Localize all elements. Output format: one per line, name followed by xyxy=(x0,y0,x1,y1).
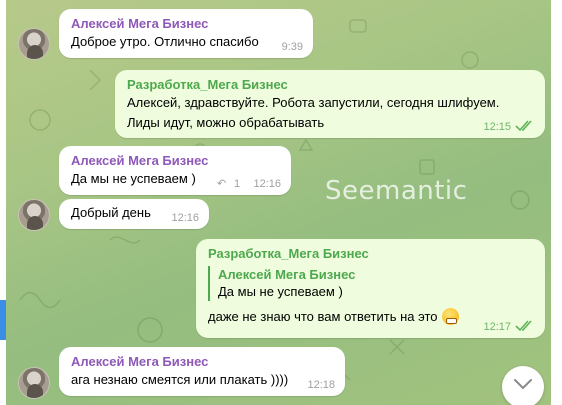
watermark: Seemantic xyxy=(325,176,468,206)
reply-count[interactable]: 1 xyxy=(234,178,240,190)
message-text: Доброе утро. Отлично спасибо xyxy=(71,34,259,49)
message-text: даже не знаю что вам ответить на это xyxy=(208,309,438,324)
left-panel-highlight xyxy=(0,300,6,340)
message-outgoing[interactable]: Разработка_Мега Бизнес Алексей Мега Бизн… xyxy=(196,239,545,338)
double-check-icon xyxy=(515,120,532,132)
message-time: 12:17 xyxy=(483,321,511,333)
avatar[interactable] xyxy=(18,28,50,60)
message-text-line: Алексей, здравствуйте. Робота запустили,… xyxy=(127,95,500,110)
message-time: 12:18 xyxy=(307,379,335,391)
message-time: 12:16 xyxy=(171,212,199,224)
grimacing-emoji-icon xyxy=(441,308,459,325)
message-time: 12:16 xyxy=(253,178,281,190)
sender-name[interactable]: Разработка_Мега Бизнес xyxy=(127,76,535,93)
message-text: Да мы не успеваем ) xyxy=(71,171,196,186)
double-check-icon xyxy=(515,320,532,332)
reply-arrow-icon[interactable]: ↶ xyxy=(217,177,226,190)
avatar[interactable] xyxy=(18,367,50,399)
quoted-message[interactable]: Алексей Мега Бизнес Да мы не успеваем ) xyxy=(208,266,535,301)
quote-text: Да мы не успеваем ) xyxy=(218,284,343,299)
sender-name[interactable]: Алексей Мега Бизнес xyxy=(71,15,303,32)
message-text-line: Лиды идут, можно обрабатывать xyxy=(127,115,325,130)
sender-name[interactable]: Алексей Мега Бизнес xyxy=(71,353,335,370)
scrollbar-track[interactable] xyxy=(551,0,562,405)
left-panel-edge xyxy=(0,0,6,405)
message-incoming[interactable]: Добрый день 12:16 xyxy=(59,199,209,229)
message-time: 12:15 xyxy=(483,121,511,133)
message-incoming[interactable]: Алексей Мега Бизнес Да мы не успеваем ) … xyxy=(59,146,291,195)
message-text: ага незнаю смеятся или плакать )))) xyxy=(71,372,289,387)
avatar[interactable] xyxy=(18,199,50,231)
sender-name[interactable]: Разработка_Мега Бизнес xyxy=(208,245,535,262)
sender-name[interactable]: Алексей Мега Бизнес xyxy=(71,152,281,169)
message-incoming[interactable]: Алексей Мега Бизнес Доброе утро. Отлично… xyxy=(59,9,313,58)
message-time: 9:39 xyxy=(281,41,303,53)
message-incoming[interactable]: Алексей Мега Бизнес ага незнаю смеятся и… xyxy=(59,347,345,396)
quote-sender: Алексей Мега Бизнес xyxy=(218,267,356,282)
chevron-down-icon xyxy=(514,379,532,390)
message-outgoing[interactable]: Разработка_Мега Бизнес Алексей, здравств… xyxy=(115,70,545,138)
scroll-down-button[interactable] xyxy=(502,366,544,405)
